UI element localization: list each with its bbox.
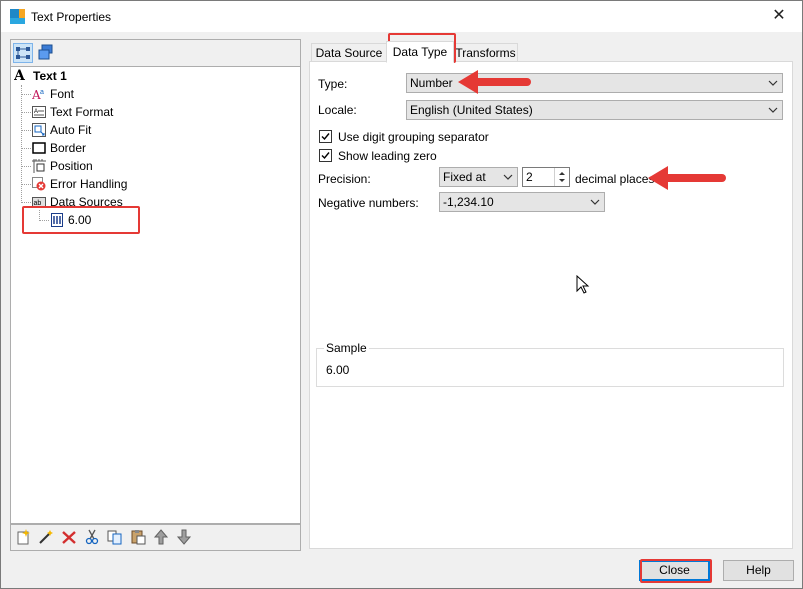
sample-value: 6.00 [326, 363, 350, 377]
type-label: Type: [318, 77, 348, 91]
chevron-down-icon [503, 174, 513, 180]
sample-title: Sample [324, 341, 369, 355]
annotation-arrow-icon [458, 70, 531, 94]
new-icon[interactable] [15, 529, 31, 545]
move-down-icon[interactable] [176, 529, 192, 545]
tree-actions-toolbar [10, 524, 301, 551]
precision-label: Precision: [318, 172, 371, 186]
title-bar: Text Properties ✕ [1, 1, 802, 32]
close-window-icon[interactable]: ✕ [765, 4, 793, 28]
tree-item-label: Font [50, 87, 75, 101]
digit-grouping-checkbox[interactable] [319, 130, 332, 143]
help-button[interactable]: Help [723, 560, 794, 581]
precision-stepper[interactable]: 2 [522, 167, 570, 187]
tab-control: Data Source Data Type Transforms Type: N… [309, 41, 793, 549]
leading-zero-checkbox[interactable] [319, 149, 332, 162]
chevron-down-icon [768, 80, 778, 86]
tree-item-label: Position [50, 159, 93, 173]
app-logo-icon [10, 9, 25, 24]
font-icon: Aa [31, 87, 46, 102]
delete-icon[interactable] [61, 529, 77, 545]
negative-numbers-label: Negative numbers: [318, 196, 419, 210]
sample-group: Sample 6.00 [316, 341, 784, 387]
auto-fit-icon [32, 123, 46, 137]
annotation-box-close-button [640, 559, 712, 583]
cut-icon[interactable] [84, 529, 100, 545]
mouse-cursor-icon [576, 275, 590, 294]
precision-mode-dropdown[interactable]: Fixed at [439, 167, 518, 187]
tab-data-source[interactable]: Data Source [311, 43, 387, 62]
negative-numbers-value: -1,234.10 [443, 195, 494, 209]
checkmark-icon [321, 133, 330, 141]
border-icon [32, 141, 46, 155]
text-properties-dialog: Text Properties ✕ A Text 1 A a Font A Te… [0, 0, 803, 589]
tree-item-label: Error Handling [50, 177, 128, 191]
tab-transforms[interactable]: Transforms [453, 43, 518, 62]
locale-dropdown[interactable]: English (United States) [406, 100, 783, 120]
tree-root-label: Text 1 [33, 69, 67, 83]
move-up-icon[interactable] [153, 529, 169, 545]
annotation-box-data-source-item [22, 206, 140, 234]
left-panel: A Text 1 Aa Font A Text Format Auto Fit … [10, 39, 301, 551]
locale-label: Locale: [318, 103, 357, 117]
position-icon [32, 159, 46, 173]
text-object-icon: A [13, 68, 28, 84]
negative-numbers-dropdown[interactable]: -1,234.10 [439, 192, 605, 212]
text-format-icon: A [32, 105, 46, 119]
locale-value: English (United States) [410, 103, 533, 117]
spin-arrows-icon [559, 172, 565, 182]
tree-item-label: Auto Fit [50, 123, 92, 137]
tree-item-label: Text Format [50, 105, 114, 119]
tab-data-type[interactable]: Data Type [386, 41, 454, 63]
type-value: Number [410, 76, 453, 90]
annotation-arrow-icon [648, 166, 726, 190]
window-title: Text Properties [31, 10, 112, 24]
tree-item-label: Border [50, 141, 87, 155]
paste-icon[interactable] [130, 529, 146, 545]
leading-zero-label: Show leading zero [338, 149, 437, 163]
wizard-icon[interactable] [38, 529, 54, 545]
error-handling-icon [32, 177, 46, 191]
stepper-buttons[interactable] [554, 168, 569, 186]
chevron-down-icon [590, 199, 600, 205]
chevron-down-icon [768, 107, 778, 113]
precision-value: 2 [526, 170, 533, 184]
tree-view-toolbar [10, 39, 301, 67]
precision-mode-value: Fixed at [443, 170, 486, 184]
svg-text:A: A [34, 109, 38, 115]
property-tree: A Text 1 Aa Font A Text Format Auto Fit … [10, 66, 301, 524]
checkmark-icon [321, 152, 330, 160]
copy-icon[interactable] [107, 529, 123, 545]
decimal-places-label: decimal places [575, 172, 655, 186]
layers-view-icon[interactable] [37, 43, 57, 63]
tree-view-mode-icon[interactable] [13, 43, 33, 63]
data-type-panel: Type: Number Locale: English (United Sta… [309, 61, 793, 549]
digit-grouping-label: Use digit grouping separator [338, 130, 489, 144]
svg-text:a: a [40, 89, 44, 96]
svg-text:A: A [14, 68, 26, 82]
